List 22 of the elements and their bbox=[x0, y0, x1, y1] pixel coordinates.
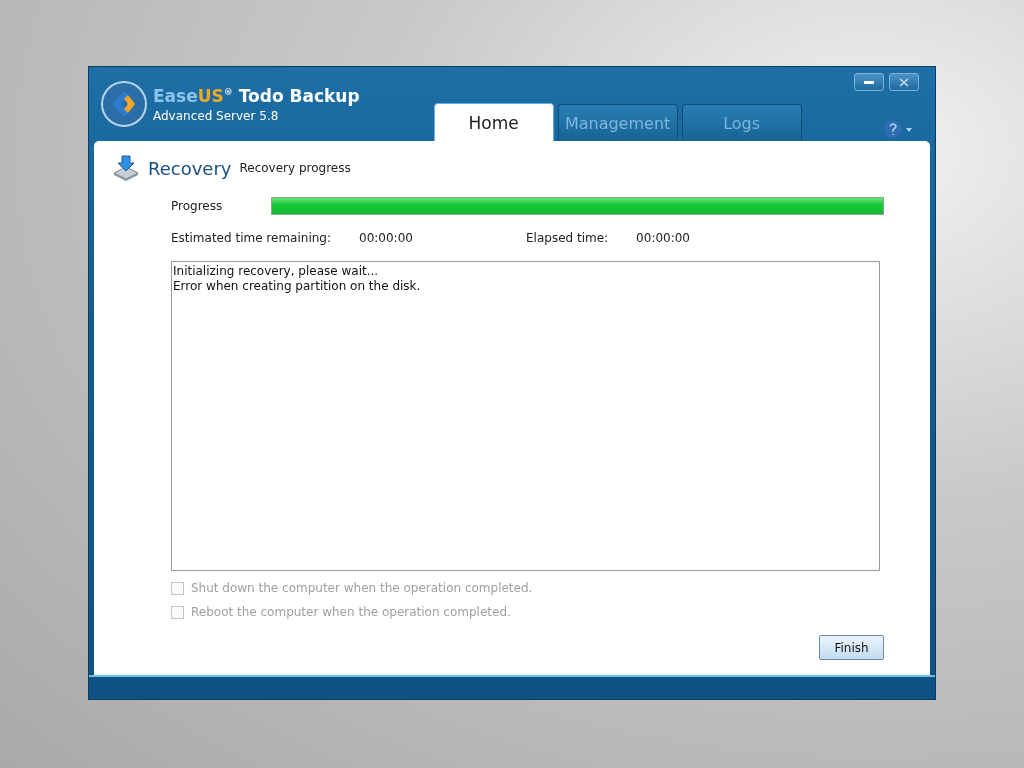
time-label: Estimated time remaining: bbox=[171, 231, 331, 245]
time-value: 00:00:00 bbox=[359, 231, 413, 245]
time-value: 00:00:00 bbox=[636, 231, 690, 245]
log-line: Initializing recovery, please wait... bbox=[173, 264, 380, 279]
drive-download-icon bbox=[112, 155, 140, 181]
app-title: EaseUS$^{®}$ Todo Backup bbox=[153, 85, 360, 106]
page-subtitle: Recovery progress bbox=[239, 161, 351, 175]
logo-icon bbox=[101, 81, 147, 127]
help-icon[interactable] bbox=[883, 119, 915, 139]
page-title: Recovery bbox=[148, 157, 232, 179]
log-line: Error when creating partition on the disk. bbox=[173, 279, 422, 294]
edition-label: Advanced Server 5.8 bbox=[153, 108, 280, 123]
finish-button[interactable]: Finish bbox=[819, 635, 884, 660]
progress-label: Progress bbox=[171, 199, 224, 213]
close-icon bbox=[899, 77, 909, 87]
time-label: Elapsed time: bbox=[526, 231, 609, 245]
checkbox-label: Shut down the computer when the operation completed. bbox=[191, 581, 533, 595]
minimize-button[interactable] bbox=[854, 73, 884, 91]
close-button[interactable] bbox=[889, 73, 919, 91]
checkbox-label: Reboot the computer when the operation completed. bbox=[191, 605, 511, 619]
minimize-icon bbox=[864, 80, 874, 84]
tab[interactable]: Home bbox=[433, 103, 554, 141]
